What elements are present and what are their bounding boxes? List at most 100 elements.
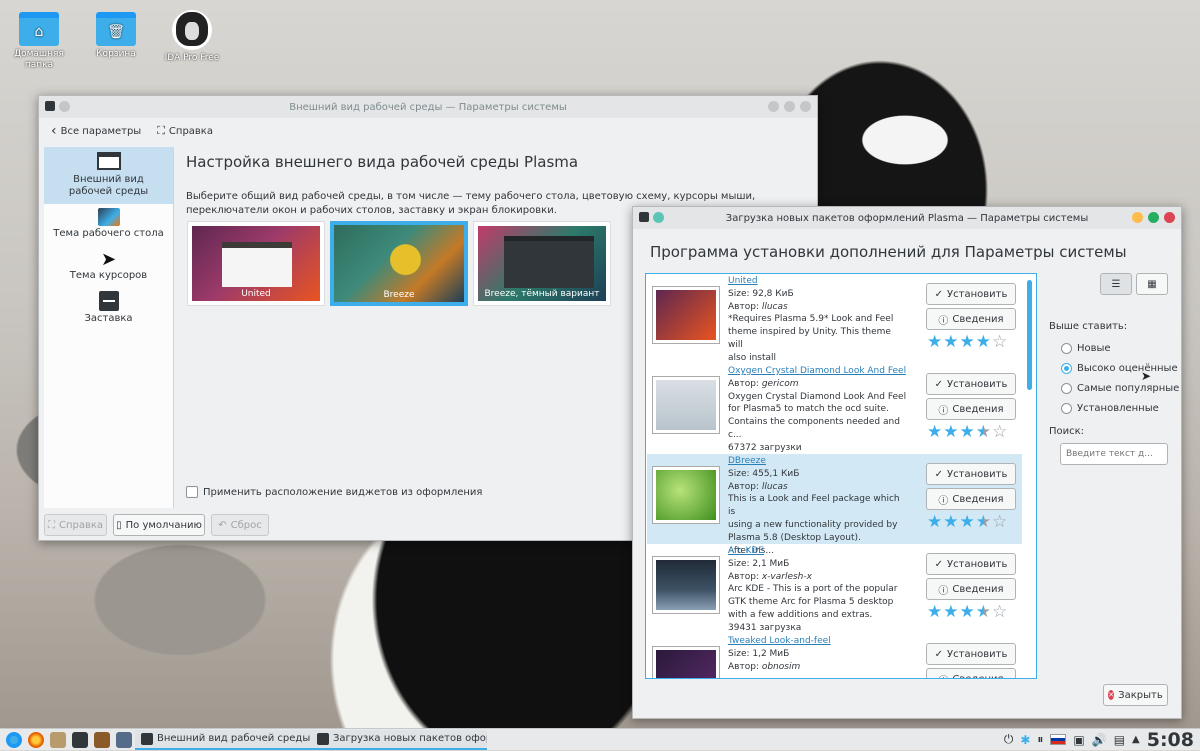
kde-connect-icon[interactable]: ✱: [1020, 733, 1030, 747]
home-folder-icon: ⌂: [19, 12, 59, 46]
volume-icon[interactable]: 🔊: [1092, 733, 1107, 747]
clipboard-icon[interactable]: ▤: [1114, 733, 1125, 747]
window-titlebar[interactable]: Загрузка новых пакетов оформлений Plasma…: [633, 207, 1181, 229]
help-icon: ⛶: [157, 124, 165, 137]
button-label: Справка: [58, 519, 104, 531]
sort-option-most-popular[interactable]: Самые популярные: [1061, 379, 1179, 399]
list-item[interactable]: United Size: 92,8 КиБ Автор: llucas *Req…: [647, 274, 1022, 364]
notifications-icon[interactable]: ⏸: [1037, 732, 1043, 747]
vlc-icon[interactable]: [116, 731, 132, 748]
reset-button[interactable]: ↶ Сброс: [211, 514, 269, 536]
item-name-link[interactable]: Arc KDE: [728, 545, 908, 558]
maximize-button[interactable]: [784, 101, 795, 112]
desktop-icon-home[interactable]: ⌂ Домашняя папка: [10, 12, 68, 71]
details-button[interactable]: ⓘСведения: [926, 668, 1016, 679]
info-icon: ⓘ: [938, 672, 948, 679]
clock[interactable]: 5:08: [1147, 729, 1194, 751]
desktop-icon-label: IDA Pro Free: [164, 53, 220, 63]
radio-button[interactable]: [1061, 382, 1072, 394]
install-button[interactable]: ✓ Установить: [926, 283, 1016, 305]
install-button[interactable]: ✓ Установить: [926, 643, 1016, 665]
list-item[interactable]: Arc KDE Size: 2,1 МиБ Автор: x-varlesh-x…: [647, 544, 1022, 634]
item-desc: This is a Look and Feel package which is: [728, 494, 900, 518]
sidebar-item-desktop-theme[interactable]: Тема рабочего стола: [44, 204, 173, 247]
list-item[interactable]: Oxygen Crystal Diamond Look And Feel Авт…: [647, 364, 1022, 454]
install-button[interactable]: ✓ Установить: [926, 373, 1016, 395]
sort-option-highest-rated[interactable]: Высоко оценённые: [1061, 359, 1179, 379]
details-button[interactable]: ⓘСведения: [926, 308, 1016, 330]
app-menu-icon[interactable]: [639, 212, 649, 222]
theme-breeze[interactable]: Breeze: [330, 221, 468, 306]
item-name-link[interactable]: Oxygen Crystal Diamond Look And Feel: [728, 365, 908, 378]
close-button[interactable]: [1164, 212, 1175, 223]
app-menu-icon[interactable]: [45, 101, 55, 111]
theme-label: United: [241, 289, 271, 299]
theme-breeze-dark[interactable]: Breeze, тёмный вариант: [473, 221, 611, 306]
install-button[interactable]: ✓ Установить: [926, 553, 1016, 575]
pin-icon[interactable]: [59, 101, 70, 112]
tray-expand-icon[interactable]: ▲: [1132, 734, 1140, 745]
sidebar-item-splash[interactable]: Заставка: [44, 290, 173, 333]
radio-button[interactable]: [1061, 342, 1072, 354]
radio-button[interactable]: [1061, 362, 1072, 374]
details-button[interactable]: ⓘСведения: [926, 488, 1016, 510]
minimize-button[interactable]: [1132, 212, 1143, 223]
item-desc: for Plasma5 to match the ocd suite.: [728, 404, 889, 415]
details-button[interactable]: ⓘСведения: [926, 578, 1016, 600]
network-icon[interactable]: ▣: [1073, 733, 1084, 747]
task-get-new-looks[interactable]: Загрузка новых пакетов оформл...: [311, 729, 487, 750]
minimize-button[interactable]: [768, 101, 779, 112]
defaults-button[interactable]: ▯ По умолчанию: [113, 514, 205, 536]
desktop-icon-label: Корзина: [96, 49, 136, 59]
pin-icon[interactable]: [653, 212, 664, 223]
terminal-icon[interactable]: [72, 731, 88, 748]
install-button[interactable]: ✓ Установить: [926, 463, 1016, 485]
desktop-icon-label: Домашняя папка: [14, 49, 64, 70]
item-info: DBreeze Size: 455,1 КиБ Автор: llucas Th…: [728, 455, 908, 557]
gimp-icon[interactable]: [50, 731, 66, 748]
list-item[interactable]: Tweaked Look-and-feel Size: 1,2 МиБ Авто…: [647, 634, 1022, 679]
task-appearance-settings[interactable]: Внешний вид рабочей среды —...: [135, 729, 311, 750]
desktop-icon-ida[interactable]: IDA Pro Free: [163, 10, 221, 64]
sort-option-installed[interactable]: Установленные: [1061, 399, 1179, 419]
cursor-icon: ➤: [100, 249, 117, 270]
archive-icon[interactable]: [94, 731, 110, 748]
theme-united[interactable]: United: [187, 221, 325, 306]
maximize-button[interactable]: [1148, 212, 1159, 223]
item-size: Size: 2,1 МиБ: [728, 558, 790, 569]
item-name-link[interactable]: United: [728, 275, 908, 288]
desktop-icon-trash[interactable]: 🗑 Корзина: [87, 12, 145, 60]
firefox-icon[interactable]: [28, 731, 44, 748]
icon-view-button[interactable]: ▦: [1136, 273, 1168, 295]
close-dialog-button[interactable]: ✕ Закрыть: [1103, 684, 1168, 706]
window-titlebar[interactable]: Внешний вид рабочей среды — Параметры си…: [39, 96, 817, 118]
item-downloads: 67372 загрузки: [728, 442, 802, 453]
list-scrollbar[interactable]: [1027, 280, 1032, 390]
sidebar-item-appearance[interactable]: Внешний вид рабочей среды: [44, 147, 173, 204]
item-desc: also install: [728, 352, 777, 363]
vault-icon[interactable]: ⏻: [1004, 732, 1014, 747]
search-input[interactable]: [1060, 443, 1168, 465]
theme-preview-breeze: Breeze: [334, 225, 464, 302]
all-settings-button[interactable]: ‹ Все параметры: [51, 123, 141, 139]
sort-option-newest[interactable]: Новые: [1061, 339, 1179, 359]
list-item[interactable]: DBreeze Size: 455,1 КиБ Автор: llucas Th…: [647, 454, 1022, 556]
footer-help-button[interactable]: ⛶ Справка: [44, 514, 107, 536]
rating-stars: ★ ★ ★ ★ ☆: [927, 422, 1008, 442]
radio-button[interactable]: [1061, 402, 1072, 414]
sidebar-item-cursors[interactable]: ➤ Тема курсоров: [44, 247, 173, 290]
info-icon: ⓘ: [938, 495, 949, 507]
page-title: Настройка внешнего вида рабочей среды Pl…: [186, 153, 579, 171]
item-name-link[interactable]: Tweaked Look-and-feel: [728, 635, 908, 648]
help-button[interactable]: ⛶ Справка: [157, 124, 213, 138]
item-name-link[interactable]: DBreeze: [728, 455, 908, 468]
apply-widget-layout-checkbox[interactable]: Применить расположение виджетов из оформ…: [186, 486, 482, 498]
list-view-button[interactable]: ☰: [1100, 273, 1132, 295]
checkbox-box[interactable]: [186, 486, 198, 498]
app-launcher-icon[interactable]: [6, 731, 22, 748]
theme-label: Breeze, тёмный вариант: [484, 289, 600, 299]
details-button[interactable]: ⓘСведения: [926, 398, 1016, 420]
keyboard-layout-flag-icon[interactable]: [1050, 734, 1067, 745]
addon-list[interactable]: United Size: 92,8 КиБ Автор: llucas *Req…: [645, 273, 1037, 679]
close-button[interactable]: [800, 101, 811, 112]
